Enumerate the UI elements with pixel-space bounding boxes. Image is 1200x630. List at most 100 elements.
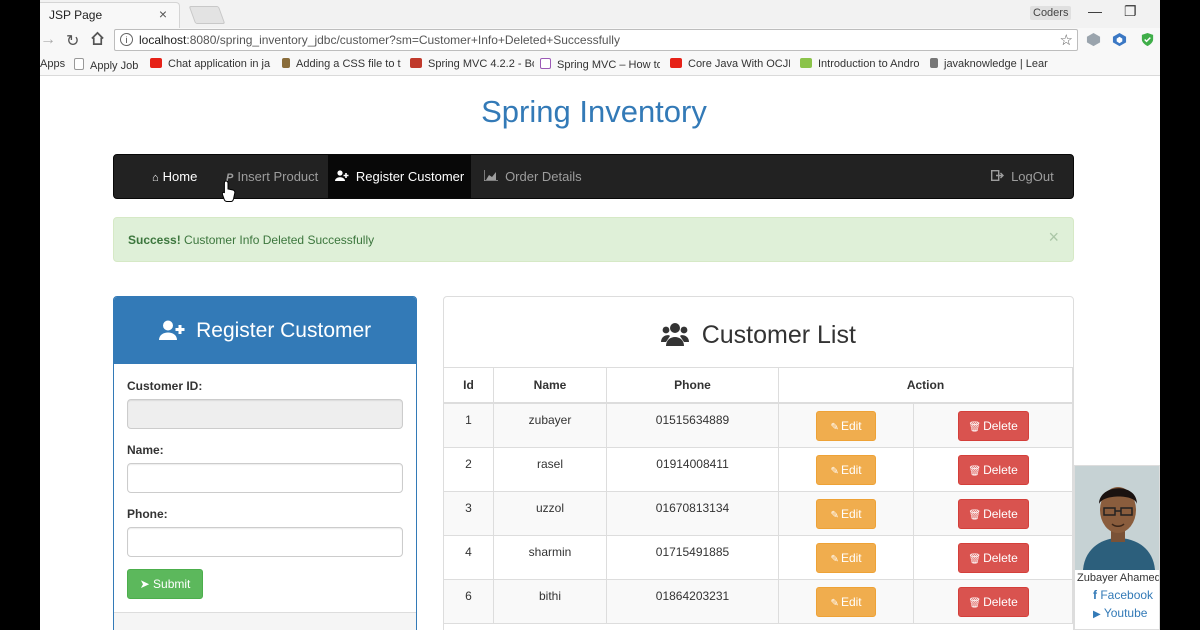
edit-button-label: Edit: [840, 594, 862, 609]
presenter-photo: [1075, 466, 1159, 570]
cell-edit: ✎ Edit: [777, 402, 915, 448]
cell-name: bithi: [493, 578, 607, 624]
presenter-name: Zubayer Ahamed: [1077, 572, 1160, 584]
nav-order-details[interactable]: Order Details: [483, 155, 582, 198]
cell-phone: 01864203231: [606, 578, 779, 624]
column-header-action: Action: [778, 367, 1073, 404]
bookmark-item[interactable]: Core Java With OCJP/: [670, 58, 790, 70]
bookmark-item[interactable]: Chat application in ja: [150, 58, 280, 70]
tab-jsp-page[interactable]: JSP Page ×: [40, 2, 180, 28]
bookmark-favicon-icon: [930, 58, 938, 68]
youtube-icon: ▶: [1093, 609, 1101, 620]
register-customer-panel: Register Customer Customer ID: Name: Pho…: [113, 296, 417, 630]
bookmark-item[interactable]: Spring MVC 4.2.2 - Bo: [410, 58, 534, 70]
customer-list-panel: Customer List Id Name Phone Action 1 zuba…: [443, 296, 1074, 630]
bookmark-item[interactable]: javaknowledge | Lear: [930, 58, 1048, 70]
nav-logout[interactable]: LogOut: [990, 155, 1054, 198]
extension-box-icon[interactable]: [1112, 32, 1127, 47]
facebook-link[interactable]: f Facebook: [1093, 588, 1153, 602]
column-header-name: Name: [493, 367, 607, 404]
close-icon[interactable]: ×: [1048, 227, 1059, 248]
web-page: Spring Inventory ⌂ Home P Insert Product R…: [40, 76, 1160, 630]
cell-delete: 🗑 Delete: [913, 446, 1073, 492]
bookmark-favicon-icon: [540, 58, 551, 69]
edit-button[interactable]: ✎ Edit: [816, 411, 877, 441]
paper-plane-icon: ➤: [139, 577, 150, 591]
cell-phone: 01914008411: [606, 446, 779, 492]
delete-button[interactable]: 🗑 Delete: [957, 542, 1029, 573]
cell-edit: ✎ Edit: [777, 578, 915, 624]
phone-label: Phone:: [127, 507, 168, 521]
delete-button[interactable]: 🗑 Delete: [957, 411, 1029, 441]
area-chart-icon: [483, 170, 501, 184]
back-icon[interactable]: →: [40, 31, 56, 49]
table-row: 6 bithi 01864203231 ✎ Edit 🗑 Delete: [444, 578, 1073, 624]
delete-button-label: Delete: [983, 594, 1018, 609]
nav-home[interactable]: ⌂ Home: [152, 155, 197, 198]
android-icon: [800, 58, 812, 68]
restore-icon[interactable]: ❐: [1124, 3, 1137, 20]
url-text[interactable]: localhost:8080/spring_inventory_jdbc/cus…: [139, 33, 620, 47]
edit-button-label: Edit: [840, 550, 862, 565]
bookmark-apps[interactable]: Apps: [40, 58, 65, 70]
page-title: Spring Inventory: [481, 94, 707, 129]
cell-id: 4: [444, 534, 494, 580]
bookmark-star-icon[interactable]: ☆: [1060, 31, 1073, 49]
trash-icon: 🗑: [968, 422, 982, 433]
name-label: Name:: [127, 443, 164, 457]
submit-button[interactable]: ➤ Submit: [127, 569, 203, 599]
phone-field[interactable]: [127, 527, 403, 557]
edit-button[interactable]: ✎ Edit: [816, 454, 877, 485]
cell-edit: ✎ Edit: [777, 490, 915, 536]
browser-toolbar: → ↻ i localhost:8080/spring_inventory_jd…: [40, 28, 1160, 54]
table-row: 2 rasel 01914008411 ✎ Edit 🗑 Delete: [444, 446, 1073, 492]
delete-button[interactable]: 🗑 Delete: [957, 586, 1029, 617]
extension-cube-icon[interactable]: [1086, 32, 1101, 47]
reload-icon[interactable]: ↻: [66, 31, 79, 51]
cell-delete: 🗑 Delete: [913, 490, 1073, 536]
customer-table: Id Name Phone Action 1 zubayer 01515634889…: [444, 367, 1073, 624]
delete-button-label: Delete: [983, 419, 1018, 433]
table-row: 3 uzzol 01670813134 ✎ Edit 🗑 Delete: [444, 490, 1073, 536]
cell-phone: 01670813134: [606, 490, 779, 536]
trash-icon: 🗑: [968, 597, 982, 609]
address-bar[interactable]: i localhost:8080/spring_inventory_jdbc/c…: [114, 29, 1078, 51]
cell-delete: 🗑 Delete: [913, 402, 1073, 448]
name-field[interactable]: [127, 463, 403, 493]
column-header-id: Id: [444, 367, 494, 404]
youtube-link[interactable]: ▶ Youtube: [1093, 606, 1147, 620]
customer-id-label: Customer ID:: [127, 379, 203, 393]
register-panel-heading: Register Customer: [114, 297, 416, 364]
edit-button[interactable]: ✎ Edit: [816, 498, 877, 529]
home-icon[interactable]: [90, 31, 105, 51]
tab-title: JSP Page: [49, 8, 103, 22]
info-icon[interactable]: i: [120, 33, 133, 46]
nav-register-customer[interactable]: Register Customer: [328, 155, 471, 198]
delete-button[interactable]: 🗑 Delete: [957, 454, 1029, 485]
cell-id: 1: [444, 402, 494, 448]
profile-name[interactable]: Coders: [1030, 6, 1072, 20]
bookmark-item[interactable]: Spring MVC – How to: [540, 58, 660, 71]
delete-button-label: Delete: [983, 506, 1018, 521]
tab-close-icon[interactable]: ×: [159, 6, 167, 22]
cell-edit: ✎ Edit: [777, 446, 915, 492]
nav-insert-product[interactable]: P Insert Product: [226, 155, 318, 198]
bookmark-favicon-icon: [410, 58, 422, 68]
bookmark-item[interactable]: Adding a CSS file to t: [282, 58, 408, 70]
user-plus-icon: [158, 320, 190, 342]
cell-name: rasel: [493, 446, 607, 492]
bookmark-item[interactable]: Introduction to Andro: [800, 58, 920, 70]
column-header-phone: Phone: [606, 367, 779, 404]
mouse-cursor-icon: [222, 180, 236, 202]
trash-icon: 🗑: [968, 465, 982, 477]
edit-button[interactable]: ✎ Edit: [816, 542, 877, 573]
cell-phone: 01715491885: [606, 534, 779, 580]
bookmarks-bar: Apps Apply Job Chat application in ja Ad…: [40, 54, 1160, 76]
delete-button[interactable]: 🗑 Delete: [957, 498, 1029, 529]
tab-strip: JSP Page × Coders — ❐: [40, 0, 1160, 28]
minimize-icon[interactable]: —: [1088, 3, 1102, 19]
cell-name: sharmin: [493, 534, 607, 580]
new-tab-button[interactable]: [188, 6, 226, 24]
shield-icon[interactable]: [1140, 32, 1155, 47]
edit-button[interactable]: ✎ Edit: [816, 586, 877, 617]
